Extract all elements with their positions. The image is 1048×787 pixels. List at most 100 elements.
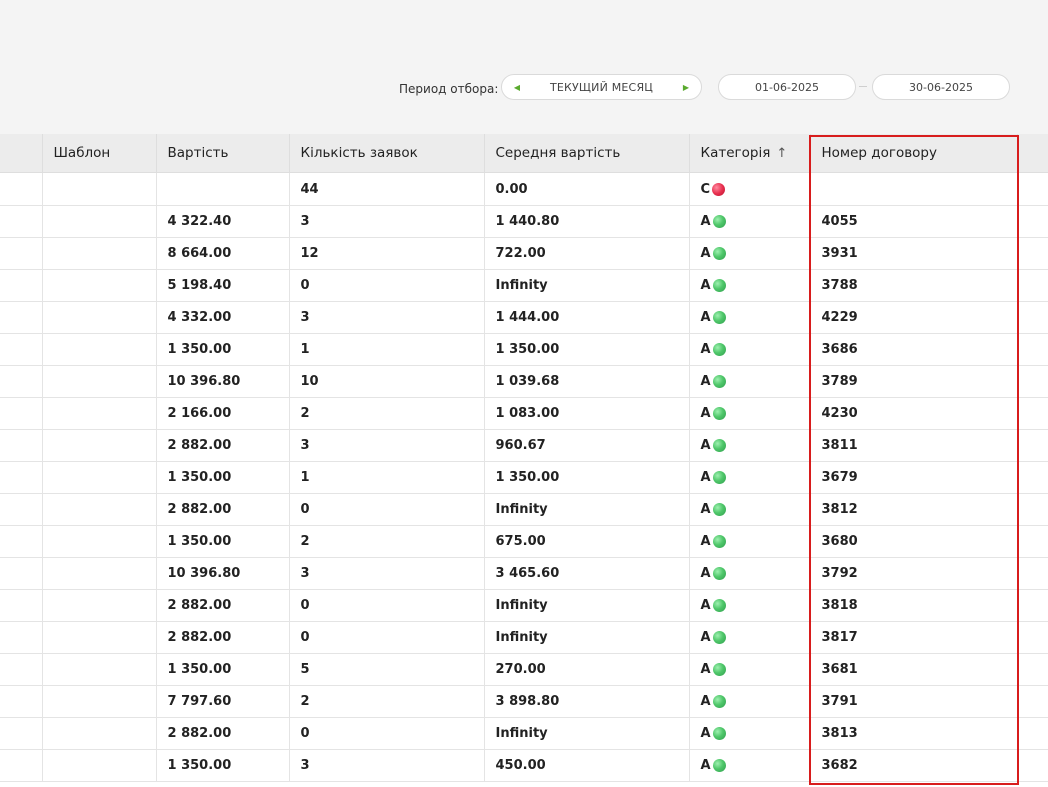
avg-cost-cell: 960.67	[484, 429, 690, 462]
table-row[interactable]: 1 350.00 1 1 350.00 A 3679	[0, 461, 1048, 494]
status-dot-icon	[712, 695, 726, 708]
cost-cell: 2 882.00	[156, 493, 290, 526]
column-header-category[interactable]: Категорія ↑	[689, 134, 811, 173]
category-cell: A	[689, 589, 811, 622]
contract-cell: 3789	[810, 365, 1018, 398]
template-cell	[42, 493, 157, 526]
table-row[interactable]: 2 166.00 2 1 083.00 A 4230	[0, 397, 1048, 430]
contract-cell: 3681	[810, 653, 1018, 686]
row-cell-blank	[0, 557, 43, 590]
table-row[interactable]: 2 882.00 3 960.67 A 3811	[0, 429, 1048, 462]
table-row[interactable]: 44 0.00 C	[0, 172, 1048, 206]
row-cell-blank	[0, 333, 43, 366]
avg-cost-cell: 1 039.68	[484, 365, 690, 398]
orders-cell: 0	[289, 717, 485, 750]
chevron-left-icon[interactable]: ◀	[512, 83, 522, 92]
column-header-avg-cost[interactable]: Середня вартість	[484, 134, 690, 173]
category-cell: A	[689, 237, 811, 270]
category-cell: C	[689, 172, 811, 206]
avg-cost-cell: Infinity	[484, 269, 690, 302]
orders-cell: 44	[289, 172, 485, 206]
cost-cell: 2 882.00	[156, 429, 290, 462]
category-cell: A	[689, 397, 811, 430]
column-header-template[interactable]: Шаблон	[42, 134, 157, 173]
cost-cell: 10 396.80	[156, 557, 290, 590]
table-row[interactable]: 4 332.00 3 1 444.00 A 4229	[0, 301, 1048, 334]
template-cell	[42, 685, 157, 718]
table-row[interactable]: 10 396.80 10 1 039.68 A 3789	[0, 365, 1048, 398]
template-cell	[42, 589, 157, 622]
contract-cell: 3686	[810, 333, 1018, 366]
sort-ascending-icon[interactable]: ↑	[776, 146, 787, 161]
avg-cost-cell: 270.00	[484, 653, 690, 686]
category-cell: A	[689, 525, 811, 558]
contract-cell: 3788	[810, 269, 1018, 302]
row-cell-blank	[0, 589, 43, 622]
table-row[interactable]: 5 198.40 0 Infinity A 3788	[0, 269, 1048, 302]
status-dot-icon	[712, 247, 726, 260]
status-dot-icon	[712, 407, 726, 420]
table-row[interactable]: 2 882.00 0 Infinity A 3812	[0, 493, 1048, 526]
table-body: 44 0.00 C 4 322.40 3 1 440.80 A 4055 8 664.00 12 7…	[0, 172, 1048, 782]
status-dot-icon	[712, 311, 726, 324]
column-header-contract[interactable]: Номер договору	[810, 134, 1018, 173]
row-cell-extra	[1017, 653, 1048, 686]
row-cell-extra	[1017, 717, 1048, 750]
column-header-orders[interactable]: Кількість заявок	[289, 134, 485, 173]
contract-cell: 3812	[810, 493, 1018, 526]
chevron-right-icon[interactable]: ▶	[681, 83, 691, 92]
category-letter: A	[700, 470, 711, 485]
table-row[interactable]: 2 882.00 0 Infinity A 3813	[0, 717, 1048, 750]
template-cell	[42, 749, 157, 782]
template-cell	[42, 333, 157, 366]
template-cell	[42, 653, 157, 686]
orders-cell: 2	[289, 525, 485, 558]
row-cell-blank	[0, 621, 43, 654]
status-dot-icon	[712, 631, 726, 644]
cost-cell	[156, 172, 290, 206]
column-header-cost[interactable]: Вартість	[156, 134, 290, 173]
table-row[interactable]: 1 350.00 3 450.00 A 3682	[0, 749, 1048, 782]
table-row[interactable]: 7 797.60 2 3 898.80 A 3791	[0, 685, 1048, 718]
table-row[interactable]: 1 350.00 2 675.00 A 3680	[0, 525, 1048, 558]
category-cell: A	[689, 333, 811, 366]
date-to-input[interactable]: 30-06-2025	[872, 74, 1010, 100]
status-dot-icon	[712, 727, 726, 740]
date-from-input[interactable]: 01-06-2025	[718, 74, 856, 100]
table-row[interactable]: 1 350.00 5 270.00 A 3681	[0, 653, 1048, 686]
table-row[interactable]: 8 664.00 12 722.00 A 3931	[0, 237, 1048, 270]
row-cell-blank	[0, 717, 43, 750]
category-letter: A	[700, 758, 711, 773]
status-dot-icon	[712, 343, 726, 356]
row-cell-blank	[0, 365, 43, 398]
top-toolbar	[0, 0, 1048, 134]
cost-cell: 1 350.00	[156, 525, 290, 558]
period-selector[interactable]: ◀ ТЕКУЩИЙ МЕСЯЦ ▶	[501, 74, 702, 100]
orders-cell: 3	[289, 429, 485, 462]
row-cell-extra	[1017, 269, 1048, 302]
cost-cell: 5 198.40	[156, 269, 290, 302]
row-cell-blank	[0, 493, 43, 526]
table-row[interactable]: 1 350.00 1 1 350.00 A 3686	[0, 333, 1048, 366]
status-dot-icon	[712, 471, 726, 484]
table-row[interactable]: 2 882.00 0 Infinity A 3818	[0, 589, 1048, 622]
template-cell	[42, 621, 157, 654]
template-cell	[42, 525, 157, 558]
row-cell-blank	[0, 429, 43, 462]
table-row[interactable]: 2 882.00 0 Infinity A 3817	[0, 621, 1048, 654]
template-cell	[42, 365, 157, 398]
row-cell-blank	[0, 653, 43, 686]
avg-cost-cell: 1 444.00	[484, 301, 690, 334]
row-cell-extra	[1017, 205, 1048, 238]
contract-cell	[810, 172, 1018, 206]
category-letter: A	[700, 406, 711, 421]
contract-cell: 4229	[810, 301, 1018, 334]
orders-cell: 12	[289, 237, 485, 270]
table-row[interactable]: 4 322.40 3 1 440.80 A 4055	[0, 205, 1048, 238]
template-cell	[42, 172, 157, 206]
status-dot-icon	[712, 215, 726, 228]
table-row[interactable]: 10 396.80 3 3 465.60 A 3792	[0, 557, 1048, 590]
row-cell-extra	[1017, 525, 1048, 558]
row-cell-blank	[0, 749, 43, 782]
row-cell-extra	[1017, 301, 1048, 334]
